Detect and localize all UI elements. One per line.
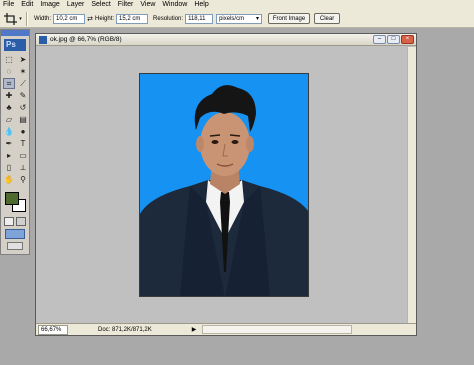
tools-panel-header[interactable] (1, 30, 29, 36)
hand-tool-icon[interactable]: ✋ (3, 174, 15, 185)
minimize-button[interactable]: – (373, 35, 386, 44)
zoom-tool-icon[interactable]: ⚲ (17, 174, 29, 185)
dodge-tool-icon[interactable]: ● (17, 126, 29, 137)
mask-mode-buttons (4, 217, 29, 226)
menu-filter[interactable]: Filter (115, 0, 138, 10)
height-label: Height: (95, 15, 115, 22)
height-input[interactable]: 15,2 cm (116, 13, 149, 24)
clone-stamp-tool-icon[interactable]: ♣ (3, 102, 15, 113)
slice-tool-icon[interactable]: ⟋ (17, 78, 29, 89)
menu-layer[interactable]: Layer (64, 0, 89, 10)
crop-tool-icon[interactable]: ⌗ (3, 78, 15, 89)
healing-brush-tool-icon[interactable]: ✚ (3, 90, 15, 101)
close-button[interactable]: × (401, 35, 414, 44)
tools-panel: Ps ⬚ ➤ ◌ ✶ ⌗ ⟋ ✚ ✎ ♣ ↺ ▱ ▤ 💧 ● ✒ T ▸ ▭ ▯… (0, 29, 30, 255)
width-input[interactable]: 10,2 cm (53, 13, 86, 24)
crop-tool-preset[interactable]: ▾ (3, 11, 23, 27)
menu-bar: File Edit Image Layer Select Filter View… (0, 0, 474, 10)
magic-wand-tool-icon[interactable]: ✶ (17, 66, 29, 77)
document-title-bar[interactable]: ok.jpg @ 66,7% (RGB/8) – □ × (36, 34, 416, 46)
type-tool-icon[interactable]: T (17, 138, 29, 149)
photoshop-logo[interactable]: Ps (4, 39, 26, 51)
document-status-bar: 66,67% Doc: 871,2K/871,2K ▶ (36, 323, 416, 335)
move-tool-icon[interactable]: ➤ (17, 54, 29, 65)
jump-to-imageready-icon[interactable] (7, 242, 23, 250)
options-bar: ▾ Width: 10,2 cm ⇄ Height: 15,2 cm Resol… (0, 10, 474, 28)
swap-dimensions-icon[interactable]: ⇄ (85, 15, 95, 23)
menu-view[interactable]: View (137, 0, 159, 10)
menu-window[interactable]: Window (159, 0, 191, 10)
chevron-down-icon: ▾ (256, 16, 260, 22)
document-icon (39, 35, 47, 44)
document-window: ok.jpg @ 66,7% (RGB/8) – □ × 66,67% Doc:… (35, 33, 417, 336)
resolution-units-value: pixels/cm (219, 15, 245, 22)
brush-tool-icon[interactable]: ✎ (17, 90, 29, 101)
menu-edit[interactable]: Edit (18, 0, 37, 10)
eyedropper-tool-icon[interactable]: ⟂ (17, 162, 29, 173)
pen-tool-icon[interactable]: ✒ (3, 138, 15, 149)
lasso-tool-icon[interactable]: ◌ (3, 66, 15, 77)
resolution-label: Resolution: (153, 15, 184, 22)
eraser-tool-icon[interactable]: ▱ (3, 114, 15, 125)
blur-tool-icon[interactable]: 💧 (3, 126, 15, 137)
resolution-input[interactable]: 118,11 (185, 13, 214, 24)
menu-help[interactable]: Help (191, 0, 212, 10)
foreground-color-swatch[interactable] (5, 192, 19, 205)
resolution-units-select[interactable]: pixels/cm ▾ (216, 13, 263, 24)
screen-mode-icon[interactable] (5, 229, 25, 239)
menu-image[interactable]: Image (37, 0, 63, 10)
separator (26, 11, 28, 26)
history-brush-tool-icon[interactable]: ↺ (17, 102, 29, 113)
marquee-tool-icon[interactable]: ⬚ (3, 54, 15, 65)
canvas-area[interactable] (36, 47, 408, 324)
width-label: Width: (34, 15, 52, 22)
standard-mode-icon[interactable] (4, 217, 14, 226)
status-menu-arrow-icon[interactable]: ▶ (192, 326, 197, 333)
path-selection-tool-icon[interactable]: ▸ (3, 150, 15, 161)
tool-grid: ⬚ ➤ ◌ ✶ ⌗ ⟋ ✚ ✎ ♣ ↺ ▱ ▤ 💧 ● ✒ T ▸ ▭ ▯ ⟂ … (3, 54, 29, 185)
front-image-button[interactable]: Front Image (268, 13, 311, 24)
horizontal-scrollbar[interactable] (202, 325, 353, 334)
maximize-button[interactable]: □ (387, 35, 400, 44)
zoom-level-field[interactable]: 66,67% (38, 324, 68, 335)
notes-tool-icon[interactable]: ▯ (3, 162, 15, 173)
chevron-down-icon: ▾ (19, 15, 22, 22)
document-info: Doc: 871,2K/871,2K (98, 326, 152, 333)
color-swatches (3, 189, 29, 215)
portrait-image (140, 85, 308, 296)
quick-mask-icon[interactable] (16, 217, 26, 226)
gradient-tool-icon[interactable]: ▤ (17, 114, 29, 125)
photo-canvas[interactable] (139, 73, 309, 297)
menu-file[interactable]: File (0, 0, 18, 10)
clear-button[interactable]: Clear (314, 13, 341, 24)
vertical-scrollbar[interactable] (407, 47, 416, 324)
shape-tool-icon[interactable]: ▭ (17, 150, 29, 161)
menu-select[interactable]: Select (88, 0, 114, 10)
crop-icon (4, 12, 18, 25)
document-title: ok.jpg @ 66,7% (RGB/8) (50, 36, 122, 43)
